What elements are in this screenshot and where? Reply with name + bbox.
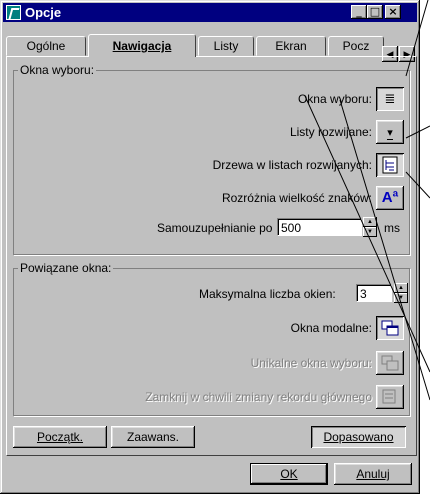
samouzupelnianie-spinner[interactable]: ▲ ▼ <box>363 217 377 237</box>
case-sensitive-icon: Aª <box>381 189 399 206</box>
listy-rozwijane-button[interactable]: ▾ <box>376 120 404 144</box>
maximize-icon: □ <box>369 5 381 18</box>
case-sensitive-button[interactable]: Aª <box>376 186 404 210</box>
tab-listy[interactable]: Listy <box>198 36 254 56</box>
okna-wyboru-button[interactable]: ≣ <box>376 87 404 111</box>
maximize-button[interactable]: □ <box>367 5 383 19</box>
zamknij-label: Zamknij w chwili zmiany rekordu głównego <box>145 390 372 404</box>
samouzupelnianie-unit: ms <box>384 221 400 235</box>
close-on-change-icon <box>382 389 396 404</box>
max-okien-spinner[interactable]: ▲ ▼ <box>394 283 408 303</box>
minimize-icon: _ <box>356 5 362 18</box>
close-button[interactable]: × <box>385 5 401 19</box>
close-icon: × <box>388 5 398 18</box>
spin-down-icon[interactable]: ▼ <box>394 293 408 303</box>
unique-window-icon <box>381 355 399 371</box>
max-okien-label: Maksymalna liczba okien: <box>199 287 336 301</box>
tab-ekran[interactable]: Ekran <box>256 36 326 56</box>
group-powiazane-okna: Powiązane okna: Maksymalna liczba okien:… <box>13 261 410 416</box>
tab-strip: Ogólne Nawigacja Listy Ekran Pocz ◀ ▶ <box>6 28 418 62</box>
zamknij-button[interactable] <box>376 385 404 409</box>
spin-up-icon[interactable]: ▲ <box>394 283 408 293</box>
tree-list-icon <box>382 156 398 174</box>
drzewa-button[interactable] <box>376 153 404 177</box>
dropdown-icon: ▾ <box>387 127 393 140</box>
okna-modalne-label: Okna modalne: <box>290 321 372 335</box>
samouzupelnianie-input[interactable]: 500 <box>277 218 362 236</box>
tab-ogolne[interactable]: Ogólne <box>6 36 86 56</box>
group-okna-wyboru: Okna wyboru: Okna wyboru: ≣ Listy rozwij… <box>13 63 410 255</box>
rozroznia-label: Rozróżnia wielkość znaków: <box>221 191 372 205</box>
cancel-button[interactable]: Anuluj <box>334 463 412 485</box>
group-label-powiazane-okna: Powiązane okna: <box>18 261 114 275</box>
group-label-okna-wyboru: Okna wyboru: <box>18 63 97 77</box>
max-okien-input[interactable]: 3 <box>356 284 392 302</box>
okna-wyboru-label: Okna wyboru: <box>297 92 372 106</box>
title-bar[interactable]: Opcje _ □ × <box>3 3 417 22</box>
okna-modalne-button[interactable] <box>376 316 404 340</box>
app-icon <box>6 5 21 20</box>
fit-button[interactable]: Dopasowano <box>311 426 406 448</box>
start-button[interactable]: Początk. <box>13 426 107 448</box>
unikalne-okna-button[interactable] <box>376 351 404 375</box>
window-title: Opcje <box>25 5 62 20</box>
samouzupelnianie-label: Samouzupełnianie po <box>157 221 273 235</box>
spin-down-icon[interactable]: ▼ <box>363 227 377 237</box>
minimize-button[interactable]: _ <box>351 5 367 19</box>
list-window-icon: ≣ <box>384 91 396 106</box>
drzewa-label: Drzewa w listach rozwijanych: <box>212 158 372 172</box>
tab-panel-nawigacja: Okna wyboru: Okna wyboru: ≣ Listy rozwij… <box>6 56 417 456</box>
unikalne-okna-label: Unikalne okna wyboru: <box>250 356 372 370</box>
spin-up-icon[interactable]: ▲ <box>363 217 377 227</box>
advanced-button[interactable]: Zaawans. <box>111 426 195 448</box>
ok-button[interactable]: OK <box>250 463 328 485</box>
listy-rozwijane-label: Listy rozwijane: <box>289 125 372 139</box>
modal-window-icon <box>381 320 399 336</box>
tab-pocz[interactable]: Pocz <box>328 36 384 56</box>
tab-nawigacja[interactable]: Nawigacja <box>88 34 196 57</box>
options-dialog: Opcje _ □ × Ogólne Nawigacja Listy Ekran… <box>0 0 420 494</box>
